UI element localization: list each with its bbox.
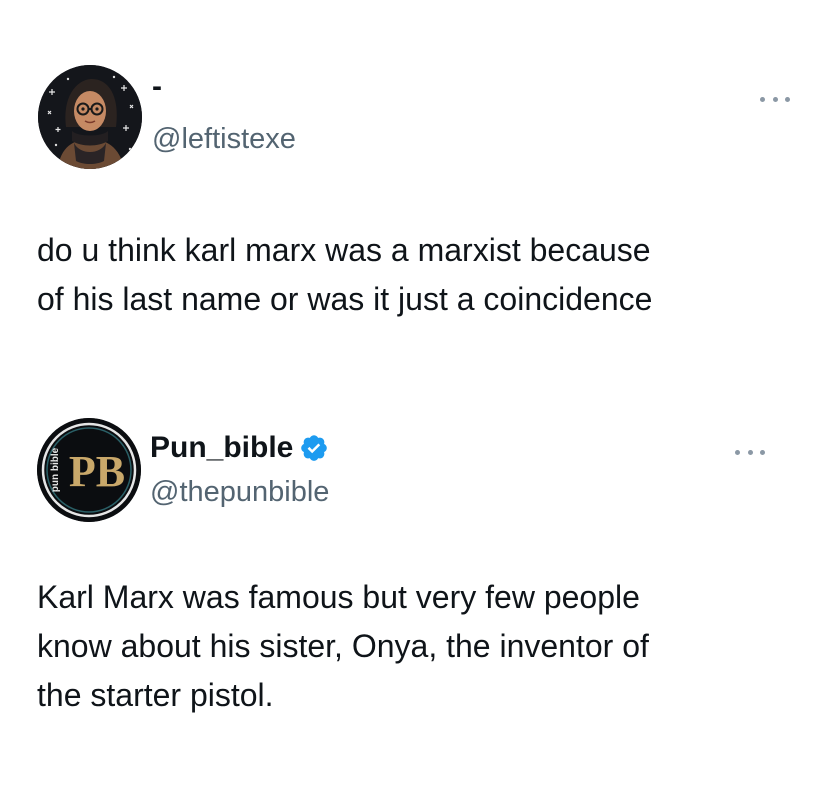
more-options-icon[interactable] bbox=[735, 445, 765, 459]
avatar[interactable]: pun bible PB bbox=[37, 418, 141, 522]
verified-badge-icon bbox=[301, 435, 328, 461]
logo-side-text: pun bible bbox=[50, 447, 61, 492]
user-handle[interactable]: @thepunbible bbox=[150, 475, 329, 509]
pun-bible-logo-icon: pun bible PB bbox=[37, 418, 141, 522]
avatar-illustration-icon bbox=[38, 65, 142, 169]
display-name[interactable]: Pun_bible bbox=[150, 431, 293, 465]
tweet-text: do u think karl marx was a marxist becau… bbox=[37, 232, 653, 317]
display-name[interactable]: - bbox=[152, 70, 162, 104]
avatar[interactable] bbox=[38, 65, 142, 169]
logo-text: PB bbox=[69, 447, 125, 496]
display-name-row[interactable]: Pun_bible bbox=[150, 431, 329, 465]
more-options-icon[interactable] bbox=[760, 92, 790, 106]
tweet-text: Karl Marx was famous but very few people… bbox=[37, 579, 649, 713]
user-handle[interactable]: @leftistexe bbox=[152, 122, 296, 156]
tweet-leftistexe: - @leftistexe do u think karl marx was a… bbox=[0, 0, 828, 390]
